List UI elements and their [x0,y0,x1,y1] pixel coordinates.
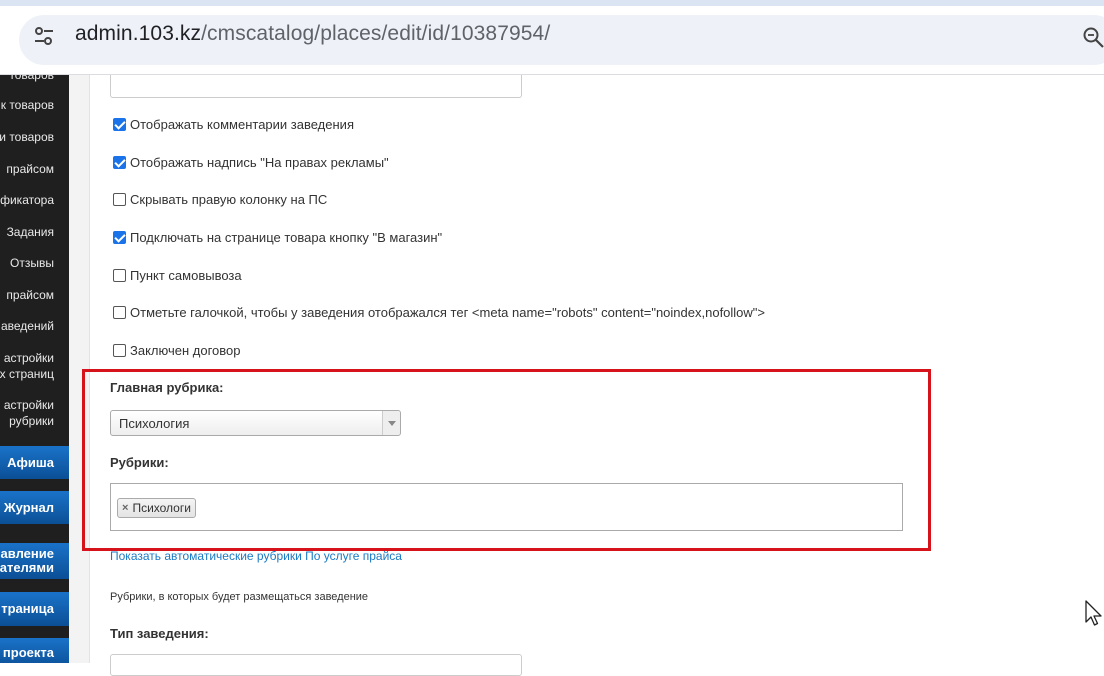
sidebar-item[interactable]: прайсом [6,287,54,303]
zoom-icon[interactable] [1082,26,1104,48]
checkbox-label: Отображать комментарии заведения [130,117,354,132]
url-text[interactable]: admin.103.kz/cmscatalog/places/edit/id/1… [75,22,550,46]
sidebar-button-page[interactable]: траница [0,592,69,626]
site-settings-icon[interactable] [33,25,55,47]
checkbox-hide-right-column[interactable]: Скрывать правую колонку на ПС [113,192,327,207]
checkbox-shop-button[interactable]: Подключать на странице товара кнопку "В … [113,230,442,245]
checkbox-label: Отображать надпись "На правах рекламы" [130,155,389,170]
checkbox-label: Отметьте галочкой, чтобы у заведения ото… [130,305,766,320]
checkbox-label: Пункт самовывоза [130,268,242,283]
place-type-field[interactable] [110,654,522,676]
checkbox-noindex[interactable]: Отметьте галочкой, чтобы у заведения ото… [113,305,765,320]
content-gutter [69,75,90,663]
rubrics-label: Рубрики: [110,455,169,470]
sidebar-item-reviews[interactable]: Отзывы [10,255,54,271]
checkbox-ad-label[interactable]: Отображать надпись "На правах рекламы" [113,155,389,170]
place-type-label: Тип заведения: [110,626,209,641]
checkbox-unchecked-icon[interactable] [113,306,126,319]
sidebar-item[interactable]: товаров [9,75,54,83]
admin-sidebar: товаров к товаров и товаров прайсом фика… [0,75,69,663]
auto-rubrics-link[interactable]: Показать автоматические рубрики [110,549,302,563]
sidebar-item[interactable]: фикатора [0,192,54,208]
sidebar-button-project[interactable]: проекта [0,638,69,663]
checkbox-pickup-point[interactable]: Пункт самовывоза [113,268,242,283]
checkbox-label: Скрывать правую колонку на ПС [130,192,328,207]
previous-text-field[interactable] [110,75,522,98]
sidebar-item-tasks[interactable]: Задания [7,224,54,240]
checkbox-unchecked-icon[interactable] [113,269,126,282]
main-rubric-value: Психология [119,416,190,431]
main-rubric-select[interactable]: Психология [110,410,401,436]
sidebar-item[interactable]: прайсом [6,161,54,177]
sidebar-item[interactable]: х страниц [0,366,54,382]
price-service-link[interactable]: По услуге прайса [305,549,402,563]
sidebar-item[interactable]: к товаров [1,97,54,113]
sidebar-item[interactable]: и товаров [0,129,54,145]
sidebar-button-afisha[interactable]: Афиша [0,446,69,479]
checkbox-show-comments[interactable]: Отображать комментарии заведения [113,117,354,132]
checkbox-contract[interactable]: Заключен договор [113,343,240,358]
sidebar-button-journal[interactable]: Журнал [0,491,69,524]
sidebar-button-line: авление [0,546,54,561]
remove-tag-icon[interactable]: × [122,502,128,514]
url-path: /cmscatalog/places/edit/id/10387954/ [201,22,551,45]
sidebar-item[interactable]: астройки [4,350,54,366]
rubrics-hint: Рубрики, в которых будет размещаться зав… [110,591,369,603]
sidebar-item[interactable]: рубрики [9,413,54,429]
sidebar-item[interactable]: астройки [4,397,54,413]
sidebar-item[interactable]: аведений [1,318,54,334]
checkbox-label: Заключен договор [130,343,241,358]
checkbox-checked-icon[interactable] [113,156,126,169]
chevron-down-icon[interactable] [382,411,400,435]
rubrics-multiselect[interactable]: × Психологи [110,483,903,531]
mouse-cursor-icon [1085,600,1102,626]
main-rubric-label: Главная рубрика: [110,380,224,395]
checkbox-checked-icon[interactable] [113,118,126,131]
rubric-tag-label: Психологи [132,501,191,515]
checkbox-label: Подключать на странице товара кнопку "В … [130,230,443,245]
rubric-links: Показать автоматические рубрики По услуг… [110,549,402,563]
url-host: admin.103.kz [75,22,202,45]
checkbox-checked-icon[interactable] [113,231,126,244]
sidebar-button-management[interactable]: авление ателями [0,543,69,579]
checkbox-unchecked-icon[interactable] [113,193,126,206]
checkbox-unchecked-icon[interactable] [113,344,126,357]
sidebar-button-line: ателями [0,560,54,575]
rubric-tag: × Психологи [117,498,196,518]
